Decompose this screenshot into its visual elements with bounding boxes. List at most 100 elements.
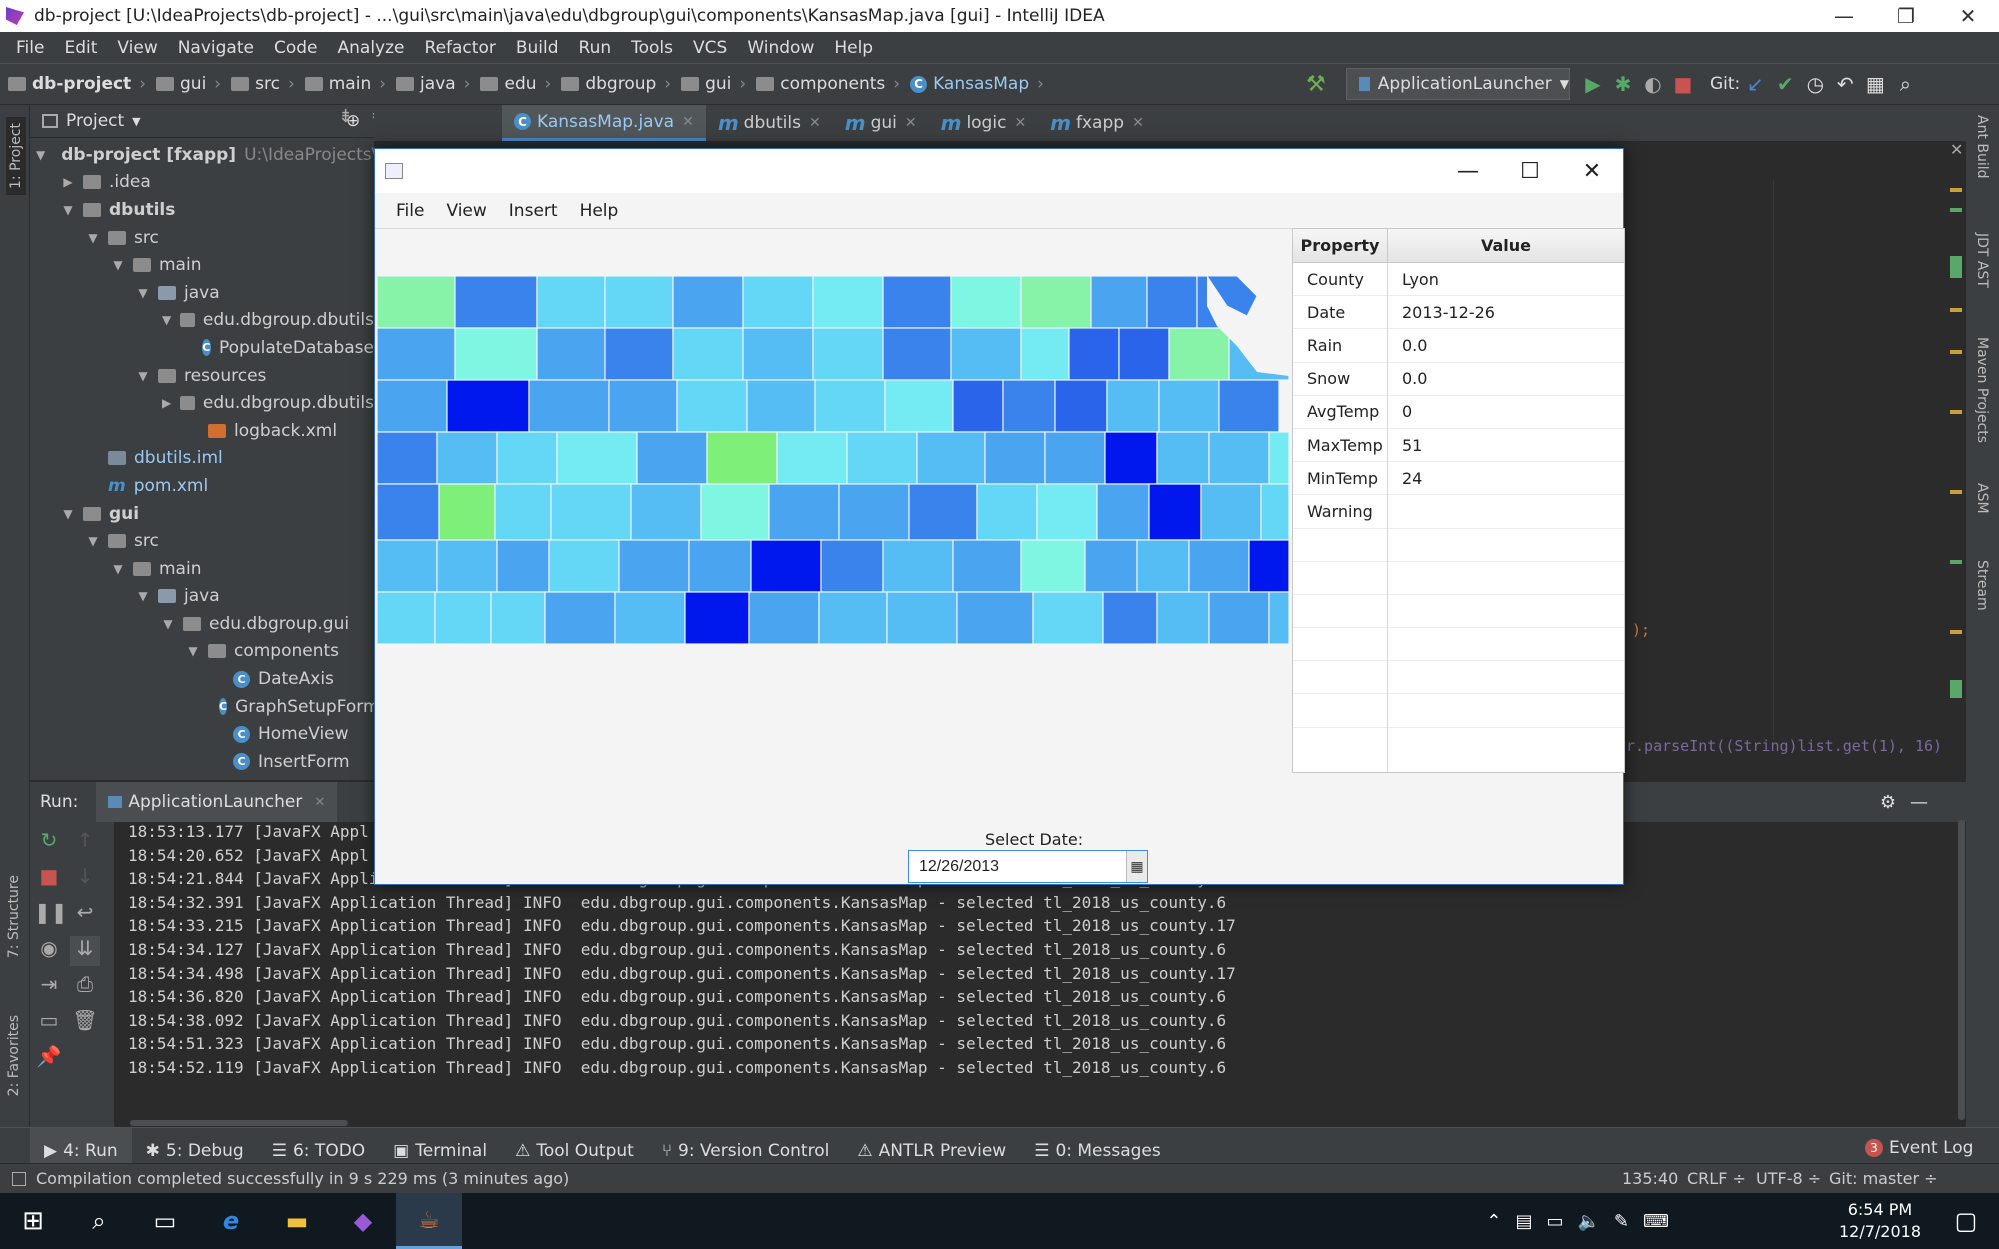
expanded-arrow-icon[interactable]: ▼ <box>111 562 125 576</box>
county-shape[interactable] <box>976 483 1038 541</box>
expanded-arrow-icon[interactable]: ▼ <box>86 534 100 548</box>
county-shape[interactable] <box>746 379 816 433</box>
county-shape[interactable] <box>952 539 1022 593</box>
county-shape[interactable] <box>1090 276 1148 329</box>
debug-icon[interactable]: ✱ <box>1608 72 1638 96</box>
county-shape[interactable] <box>1200 483 1262 541</box>
county-shape[interactable] <box>1268 431 1289 485</box>
county-shape[interactable] <box>884 379 954 433</box>
county-shape[interactable] <box>454 276 538 329</box>
display-icon[interactable]: ▭ <box>1546 1211 1563 1232</box>
table-row[interactable]: Date 2013-12-26 <box>1293 296 1624 330</box>
county-shape[interactable] <box>750 539 822 593</box>
expanded-arrow-icon[interactable]: ▼ <box>86 231 100 245</box>
county-shape[interactable] <box>1044 431 1106 485</box>
close-icon[interactable]: ✕ <box>809 115 821 131</box>
file-explorer-icon[interactable]: ▬ <box>264 1193 330 1249</box>
county-shape[interactable] <box>490 591 546 644</box>
menu-view[interactable]: View <box>107 38 167 58</box>
tree-node[interactable]: ▼ main <box>30 251 374 279</box>
tree-node[interactable]: C GraphSetupForm <box>30 693 380 721</box>
tree-node[interactable]: ▼ db-project [fxapp] U:\IdeaProjects\db- <box>30 141 405 169</box>
county-shape[interactable] <box>436 431 498 485</box>
breadcrumb-item[interactable]: gui › <box>681 74 746 94</box>
county-shape[interactable] <box>438 483 496 541</box>
close-icon[interactable]: ✕ <box>1014 115 1026 131</box>
county-shape[interactable] <box>882 327 952 381</box>
layout-icon[interactable]: ▭ <box>34 1008 64 1038</box>
county-shape[interactable] <box>742 327 814 381</box>
county-shape[interactable] <box>812 276 884 329</box>
editor-error-stripe[interactable] <box>1946 180 1966 740</box>
tree-node[interactable]: ▼ edu.dbgroup.gui <box>30 610 374 638</box>
county-shape[interactable] <box>814 379 886 433</box>
editor-tab[interactable]: m logic ✕ <box>929 105 1039 141</box>
county-shape[interactable] <box>1136 539 1190 593</box>
county-shape[interactable] <box>494 483 552 541</box>
county-shape[interactable] <box>548 539 620 593</box>
date-picker[interactable]: ▦ <box>908 850 1148 883</box>
county-shape[interactable] <box>812 327 884 381</box>
county-shape[interactable] <box>916 431 986 485</box>
app-menu-help[interactable]: Help <box>569 201 630 221</box>
scroll-to-end-icon[interactable]: ⇊ <box>70 936 100 966</box>
county-shape[interactable] <box>748 591 820 644</box>
county-shape[interactable] <box>1268 591 1289 644</box>
tool-window-ant-build[interactable]: Ant Build <box>1974 115 1990 179</box>
tree-node[interactable]: ▼ src <box>30 224 374 252</box>
county-shape[interactable] <box>536 327 606 381</box>
county-shape[interactable] <box>1032 591 1104 644</box>
expanded-arrow-icon[interactable]: ▼ <box>36 148 45 162</box>
tree-node[interactable]: ▼ main <box>30 555 374 583</box>
expanded-arrow-icon[interactable]: ▼ <box>161 617 175 631</box>
menu-edit[interactable]: Edit <box>54 38 107 58</box>
county-shape[interactable] <box>882 276 952 329</box>
editor-tab[interactable]: m gui ✕ <box>833 105 929 141</box>
county-shape[interactable] <box>1002 379 1056 433</box>
stop-icon[interactable]: ■ <box>1668 72 1698 96</box>
tree-node[interactable]: ▼ edu.dbgroup.dbutils <box>30 307 374 335</box>
breadcrumb-item[interactable]: gui › <box>156 74 221 94</box>
county-shape[interactable] <box>544 591 616 644</box>
import-icon[interactable]: ⇥ <box>34 972 64 1002</box>
table-row[interactable]: Warning <box>1293 495 1624 529</box>
expanded-arrow-icon[interactable]: ▼ <box>186 644 200 658</box>
county-shape[interactable] <box>630 483 702 541</box>
menu-code[interactable]: Code <box>264 38 328 58</box>
county-shape[interactable] <box>454 327 538 381</box>
county-shape[interactable] <box>676 379 748 433</box>
property-table[interactable]: Property Value County Lyon Date 2013-12-26 R… <box>1292 228 1625 773</box>
task-view-icon[interactable]: ▭ <box>132 1193 198 1249</box>
county-shape[interactable] <box>838 483 910 541</box>
git-branch[interactable]: Git: master ÷ <box>1829 1169 1938 1188</box>
table-row[interactable] <box>1293 661 1624 695</box>
search-icon[interactable]: ⌕ <box>66 1193 132 1249</box>
county-shape[interactable] <box>1084 539 1138 593</box>
county-shape[interactable] <box>818 591 888 644</box>
java-app-taskbar-icon[interactable]: ☕ <box>396 1193 462 1249</box>
county-shape[interactable] <box>706 431 778 485</box>
hide-panel-icon[interactable]: — <box>1910 792 1928 813</box>
column-header-value[interactable]: Value <box>1388 229 1624 262</box>
network-icon[interactable]: ▤ <box>1515 1211 1532 1232</box>
volume-icon[interactable]: 🔈 <box>1578 1211 1600 1232</box>
table-row[interactable] <box>1293 628 1624 662</box>
expanded-arrow-icon[interactable]: ▼ <box>136 589 150 603</box>
county-shape[interactable] <box>446 379 530 433</box>
county-shape[interactable] <box>1118 327 1170 381</box>
county-shape[interactable] <box>688 539 752 593</box>
keyboard-icon[interactable]: ⌨ <box>1643 1211 1669 1232</box>
county-shape[interactable] <box>1020 539 1086 593</box>
tree-node[interactable]: ▼ src <box>30 527 374 555</box>
tool-window-jdt-ast[interactable]: JDT AST <box>1974 233 1990 288</box>
run-config-dropdown[interactable]: ApplicationLauncher ▼ <box>1346 68 1570 100</box>
console-vertical-scrollbar[interactable] <box>1958 820 1965 1120</box>
county-shape[interactable] <box>1036 483 1098 541</box>
tree-node[interactable]: C PopulateDatabase <box>30 334 374 362</box>
clock[interactable]: 6:54 PM 12/7/2018 <box>1839 1199 1921 1243</box>
rerun-icon[interactable]: ↻ <box>34 828 64 858</box>
county-shape[interactable] <box>908 483 978 541</box>
menu-file[interactable]: File <box>6 38 54 58</box>
menu-window[interactable]: Window <box>737 38 824 58</box>
minimize-button[interactable]: — <box>1813 0 1875 32</box>
